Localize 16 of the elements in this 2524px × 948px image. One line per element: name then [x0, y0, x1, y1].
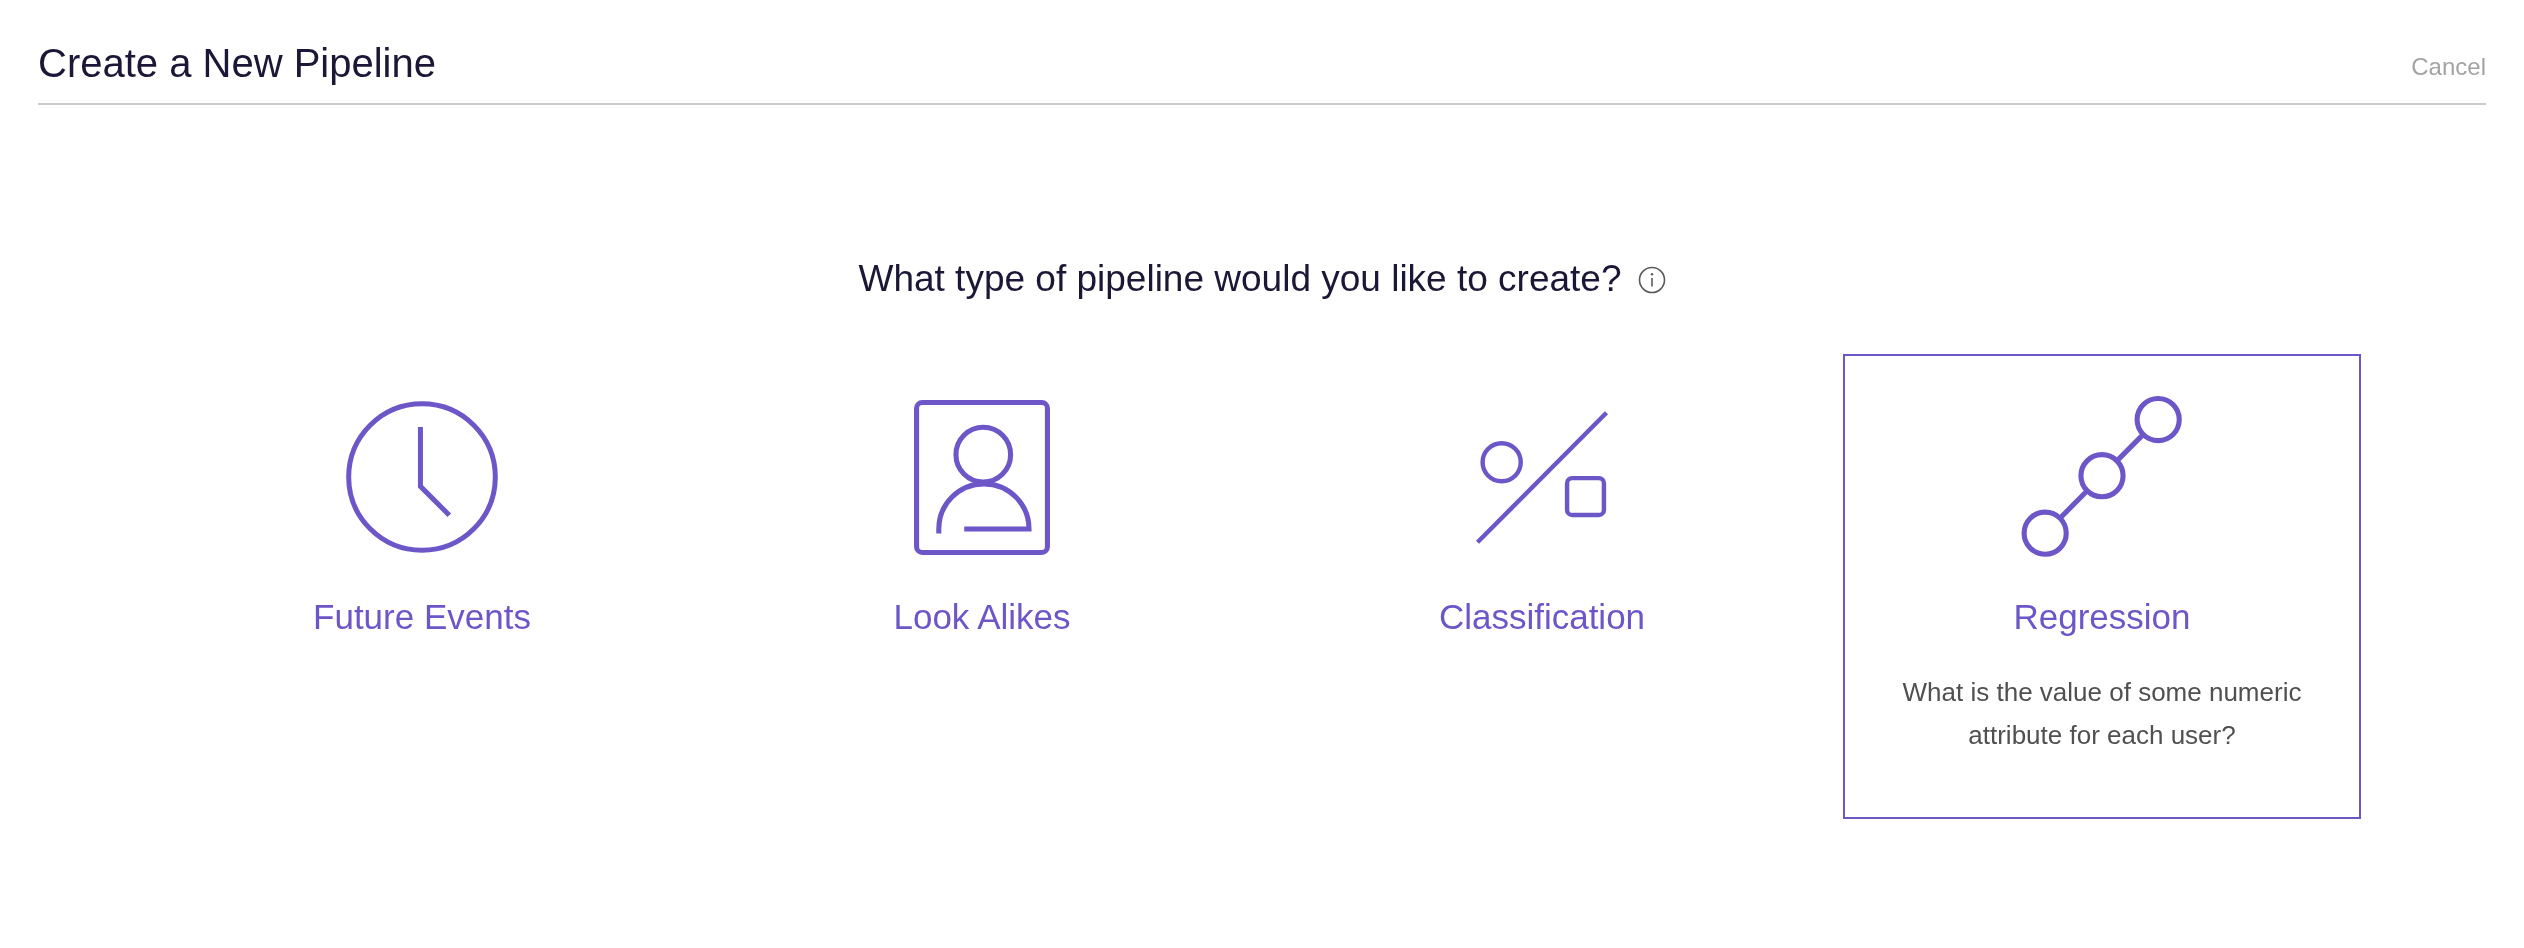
page-title: Create a New Pipeline: [38, 40, 436, 87]
pipeline-type-card[interactable]: Look Alikes: [723, 354, 1241, 819]
pipeline-type-card[interactable]: Future Events: [163, 354, 681, 819]
pipeline-type-card[interactable]: Classification: [1283, 354, 1801, 819]
connected-dots-icon: [2019, 394, 2185, 560]
card-title: Look Alikes: [893, 596, 1071, 638]
circle-square-slash-icon: [1475, 409, 1609, 545]
pipeline-type-card[interactable]: Regression What is the value of some numeric attribute for each user?: [1843, 354, 2361, 819]
card-description: What is the value of some numeric attribute for each user?: [1901, 676, 2303, 752]
question-text: What type of pipeline would you like to create?: [858, 257, 1622, 301]
card-title: Future Events: [313, 596, 531, 638]
person-portrait-icon: [914, 399, 1050, 555]
clock-icon: [344, 399, 500, 555]
card-title: Classification: [1438, 596, 1646, 638]
card-title: Regression: [2013, 596, 2191, 638]
info-icon[interactable]: [1637, 266, 1666, 294]
